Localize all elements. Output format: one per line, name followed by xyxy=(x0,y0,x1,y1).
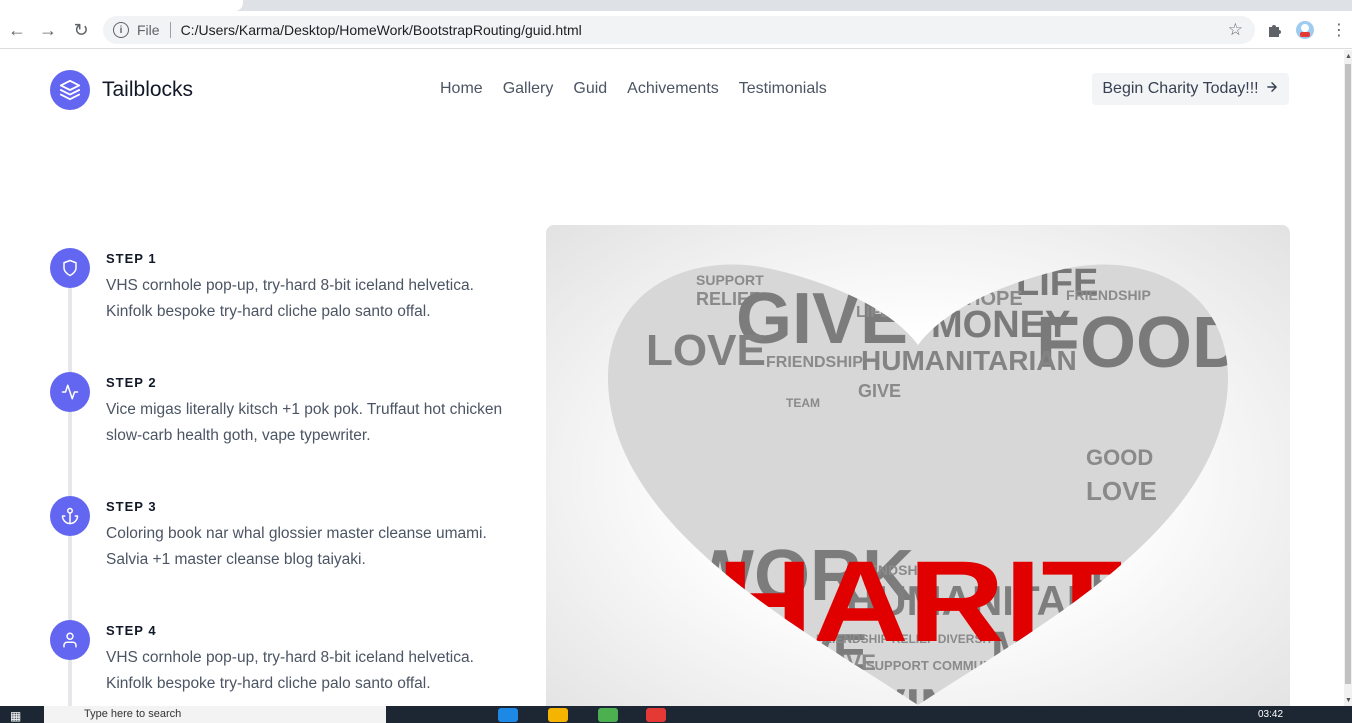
activity-icon xyxy=(50,372,90,412)
scroll-down-icon[interactable]: ▼ xyxy=(1345,697,1352,704)
address-bar[interactable]: i File C:/Users/Karma/Desktop/HomeWork/B… xyxy=(103,16,1255,44)
step-text: Vice migas literally kitsch +1 pok pok. … xyxy=(106,401,503,444)
forward-arrow-icon[interactable]: → xyxy=(36,18,60,42)
cloud-word: FRIENDSHIP xyxy=(766,354,863,371)
step-text: VHS cornhole pop-up, try-hard 8-bit icel… xyxy=(106,277,474,320)
brand-name: Tailblocks xyxy=(102,78,194,101)
cloud-word: GIVE xyxy=(858,381,901,401)
begin-charity-button[interactable]: Begin Charity Today!!! xyxy=(1092,73,1289,105)
shield-icon xyxy=(50,248,90,288)
taskbar-search[interactable]: Type here to search xyxy=(44,706,386,723)
charity-word-cloud-image: SUPPORT RELIEF LIFE HOPE FRIENDSHIP GIVE… xyxy=(546,225,1290,706)
divider xyxy=(169,22,171,38)
back-arrow-icon[interactable]: ← xyxy=(5,18,29,42)
folder-icon[interactable] xyxy=(548,708,568,722)
tab-strip xyxy=(0,0,1352,11)
cloud-word: GOOD xyxy=(1086,445,1153,470)
url-scheme-label: File xyxy=(137,22,160,38)
step-title: STEP 2 xyxy=(106,375,157,390)
arrow-right-icon xyxy=(1265,80,1279,99)
avatar-icon[interactable] xyxy=(1294,19,1316,41)
step-text: VHS cornhole pop-up, try-hard 8-bit icel… xyxy=(106,649,474,692)
taskbar-search-placeholder: Type here to search xyxy=(84,708,182,720)
active-tab[interactable] xyxy=(0,0,243,11)
scroll-thumb[interactable] xyxy=(1345,64,1351,684)
cloud-word: LIFE xyxy=(856,304,891,321)
taskbar-clock: 03:42 xyxy=(1258,709,1284,720)
reload-icon[interactable]: ↻ xyxy=(69,18,93,42)
cta-label: Begin Charity Today!!! xyxy=(1102,80,1259,97)
cloud-word: TEAM xyxy=(786,396,820,410)
windows-start-icon[interactable]: ▦ xyxy=(10,709,21,723)
star-icon[interactable]: ☆ xyxy=(1228,20,1243,40)
layers-icon xyxy=(50,70,90,110)
scroll-up-icon[interactable]: ▲ xyxy=(1345,53,1352,60)
cloud-word: FRIENDSHIP xyxy=(1066,287,1151,303)
nav-achivements[interactable]: Achivements xyxy=(627,80,719,98)
cloud-word: SUPPORT xyxy=(776,682,844,698)
site-header: Tailblocks Home Gallery Guid Achivements… xyxy=(0,50,1344,130)
main-nav: Home Gallery Guid Achivements Testimonia… xyxy=(440,80,827,98)
web-page: Tailblocks Home Gallery Guid Achivements… xyxy=(0,50,1344,706)
nav-testimonials[interactable]: Testimonials xyxy=(739,80,827,98)
app-icon[interactable] xyxy=(598,708,618,722)
browser-toolbar: ← → ↻ i File C:/Users/Karma/Desktop/Home… xyxy=(0,11,1352,49)
windows-taskbar: ▦ Type here to search 03:42 xyxy=(0,706,1352,723)
step-text: Coloring book nar whal glossier master c… xyxy=(106,525,487,568)
step-title: STEP 1 xyxy=(106,251,157,266)
anchor-icon xyxy=(50,496,90,536)
nav-home[interactable]: Home xyxy=(440,80,483,98)
cloud-word: SOCIAL xyxy=(1016,677,1077,694)
page-scrollbar[interactable]: ▲ ▼ xyxy=(1344,50,1352,706)
user-icon xyxy=(50,620,90,660)
nav-guid[interactable]: Guid xyxy=(573,80,607,98)
step-title: STEP 4 xyxy=(106,623,157,638)
nav-gallery[interactable]: Gallery xyxy=(503,80,554,98)
menu-dots-icon[interactable]: ⋮ xyxy=(1328,19,1350,41)
info-icon[interactable]: i xyxy=(113,22,129,38)
url-text[interactable]: C:/Users/Karma/Desktop/HomeWork/Bootstra… xyxy=(181,22,582,38)
cloud-word: HUMANITARIAN xyxy=(861,345,1077,376)
edge-icon[interactable] xyxy=(498,708,518,722)
chrome-icon[interactable] xyxy=(646,708,666,722)
step-title: STEP 3 xyxy=(106,499,157,514)
puzzle-icon[interactable] xyxy=(1263,19,1285,41)
brand-logo[interactable]: Tailblocks xyxy=(50,70,193,110)
cloud-word: GIVING xyxy=(816,679,998,706)
cloud-word: LOVE xyxy=(646,326,766,375)
cloud-main-word: CHARITY xyxy=(621,538,1211,666)
cloud-word: LOVE xyxy=(1086,476,1157,506)
